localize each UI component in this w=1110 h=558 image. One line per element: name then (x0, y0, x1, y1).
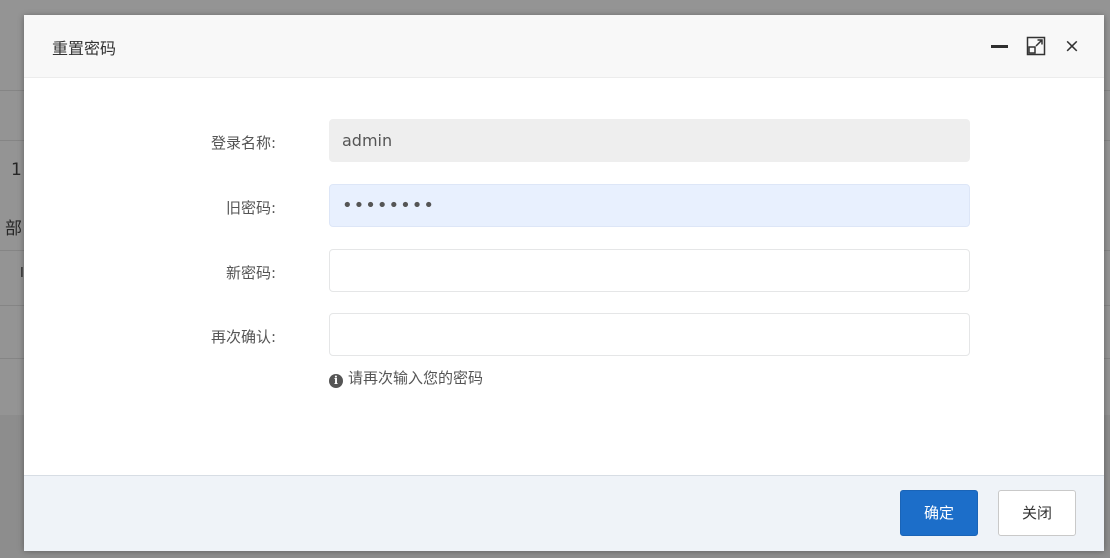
confirm-button[interactable]: 确定 (900, 490, 978, 536)
dialog-title: 重置密码 (52, 39, 117, 58)
form-row-confirm-password: 再次确认: (24, 313, 1104, 359)
close-button[interactable]: × (1060, 34, 1084, 58)
info-icon: i (329, 374, 343, 388)
confirm-password-input[interactable] (329, 313, 970, 356)
new-password-input[interactable] (329, 249, 970, 292)
dialog-footer: 确定 关闭 (24, 475, 1104, 551)
maximize-button[interactable] (1024, 34, 1048, 58)
login-name-label: 登录名称: (210, 134, 276, 152)
close-icon: × (1064, 35, 1080, 57)
maximize-icon (1026, 36, 1046, 56)
form-row-old-password: 旧密码: (24, 184, 1104, 230)
login-name-input[interactable] (329, 119, 970, 162)
new-password-label: 新密码: (225, 264, 276, 282)
reset-password-dialog: 重置密码 × 登录名称: 旧密码: 新密码: 再次确认: i 请再次输入您的密码 (24, 15, 1104, 551)
minimize-icon (991, 45, 1008, 48)
dialog-header[interactable]: 重置密码 × (24, 15, 1104, 78)
confirm-password-label: 再次确认: (210, 328, 276, 346)
confirm-password-help: i 请再次输入您的密码 (329, 367, 483, 388)
old-password-label: 旧密码: (225, 199, 276, 217)
form-row-new-password: 新密码: (24, 249, 1104, 295)
help-text: 请再次输入您的密码 (348, 369, 484, 387)
minimize-button[interactable] (988, 34, 1012, 58)
form-row-login-name: 登录名称: (24, 119, 1104, 165)
old-password-input[interactable] (329, 184, 970, 227)
close-dialog-button[interactable]: 关闭 (998, 490, 1076, 536)
